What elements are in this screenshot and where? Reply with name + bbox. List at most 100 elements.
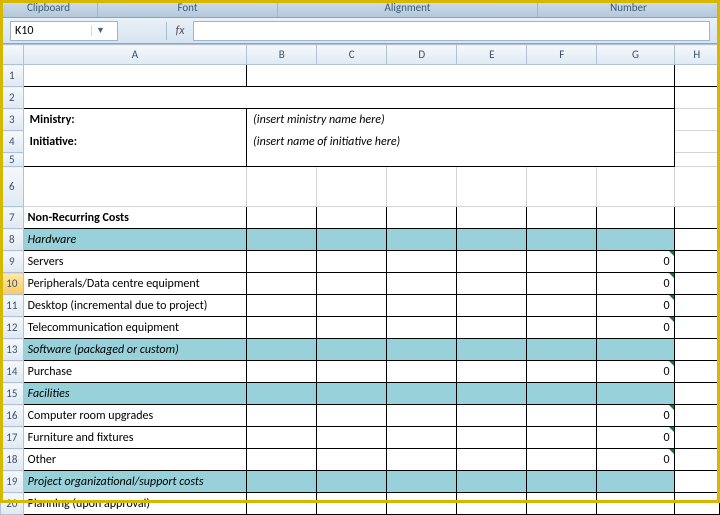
cell[interactable] — [317, 229, 387, 251]
row-header[interactable]: 15 — [1, 383, 24, 405]
cell[interactable] — [247, 427, 317, 449]
ministry-value[interactable]: (insert ministry name here) — [247, 109, 674, 131]
cell[interactable] — [247, 405, 317, 427]
cell[interactable] — [674, 131, 719, 153]
cell[interactable] — [527, 317, 597, 339]
year3-header[interactable]: Year 3 ($000s) — [387, 167, 457, 207]
year2-header[interactable]: Year 2 ($000s) — [317, 167, 387, 207]
total-header[interactable]: Total ($000s) — [597, 167, 674, 207]
column-header[interactable]: H — [674, 45, 719, 65]
cell-total[interactable]: 0 — [597, 273, 674, 295]
row-header[interactable]: 14 — [1, 361, 24, 383]
cell[interactable] — [674, 427, 719, 449]
column-header[interactable]: D — [387, 45, 457, 65]
initiative-label[interactable]: Initiative: — [23, 131, 247, 153]
cell[interactable] — [674, 87, 719, 109]
year5-header[interactable]: Year 5 ($000s) — [527, 167, 597, 207]
row-header[interactable]: 5 — [1, 153, 24, 167]
row-header[interactable]: 16 — [1, 405, 24, 427]
cell[interactable] — [247, 251, 317, 273]
fx-icon[interactable]: fx — [171, 24, 189, 38]
cell[interactable] — [674, 109, 719, 131]
cell[interactable] — [527, 361, 597, 383]
row-header[interactable]: 4 — [1, 131, 24, 153]
row-header[interactable]: 12 — [1, 317, 24, 339]
title-cell[interactable]: Cost Benefit Analysis Template Excel — [23, 87, 674, 109]
cell-label[interactable]: Non-Recurring Costs — [23, 207, 247, 229]
cell[interactable] — [457, 251, 527, 273]
year4-header[interactable]: Year 4 ($000s) — [457, 167, 527, 207]
cell[interactable] — [674, 383, 719, 405]
cell-label[interactable]: Other — [23, 449, 247, 471]
name-box-dropdown-icon[interactable]: ▼ — [91, 25, 109, 36]
cell-label[interactable]: Telecommunication equipment — [23, 317, 247, 339]
cell-total[interactable] — [597, 471, 674, 493]
cell[interactable] — [247, 229, 317, 251]
cell[interactable] — [247, 449, 317, 471]
row-header[interactable]: 11 — [1, 295, 24, 317]
cell-total[interactable]: 0 — [597, 317, 674, 339]
cell[interactable] — [457, 471, 527, 493]
row-header[interactable]: 1 — [1, 65, 24, 87]
cell[interactable] — [317, 339, 387, 361]
cell-total[interactable]: 0 — [597, 361, 674, 383]
cell[interactable] — [247, 361, 317, 383]
cell-total[interactable] — [597, 493, 674, 515]
cell[interactable] — [317, 471, 387, 493]
cell[interactable] — [387, 361, 457, 383]
cell[interactable] — [387, 383, 457, 405]
cell[interactable] — [527, 273, 597, 295]
cell-label[interactable]: Purchase — [23, 361, 247, 383]
cell[interactable] — [674, 361, 719, 383]
row-header[interactable]: 10 — [1, 273, 24, 295]
spreadsheet[interactable]: ABCDEFGH 1 2 Cost Benefit Analysis Templ… — [0, 44, 720, 515]
cell[interactable] — [457, 361, 527, 383]
cell[interactable] — [317, 493, 387, 515]
row-header[interactable]: 9 — [1, 251, 24, 273]
cell[interactable] — [317, 273, 387, 295]
column-header[interactable]: F — [527, 45, 597, 65]
cell[interactable] — [457, 427, 527, 449]
cell[interactable] — [23, 65, 247, 87]
cell[interactable] — [674, 273, 719, 295]
cell[interactable] — [457, 207, 527, 229]
cell-total[interactable] — [597, 207, 674, 229]
cell[interactable] — [674, 339, 719, 361]
row-header[interactable]: 18 — [1, 449, 24, 471]
cell[interactable] — [457, 317, 527, 339]
row-header[interactable]: 6 — [1, 167, 24, 207]
column-header[interactable]: E — [457, 45, 527, 65]
cell-label[interactable]: Peripherals/Data centre equipment — [23, 273, 247, 295]
formula-input[interactable] — [193, 21, 710, 41]
cell-total[interactable]: 0 — [597, 427, 674, 449]
cell[interactable] — [527, 251, 597, 273]
cell[interactable] — [387, 317, 457, 339]
cell[interactable] — [317, 295, 387, 317]
cell[interactable] — [674, 167, 719, 207]
cell[interactable] — [317, 427, 387, 449]
row-header[interactable]: 8 — [1, 229, 24, 251]
cell[interactable] — [317, 383, 387, 405]
row-header[interactable]: 20 — [1, 493, 24, 515]
cell[interactable] — [457, 405, 527, 427]
cell-total[interactable]: 0 — [597, 405, 674, 427]
row-header[interactable]: 19 — [1, 471, 24, 493]
cell-label[interactable]: Desktop (incremental due to project) — [23, 295, 247, 317]
cell[interactable] — [674, 471, 719, 493]
cell-label[interactable]: Planning (upon approval) — [23, 493, 247, 515]
cell[interactable] — [387, 273, 457, 295]
cell-total[interactable] — [597, 339, 674, 361]
cell[interactable] — [387, 493, 457, 515]
quant-costs-header[interactable]: QUANTITATIVE COSTS — [23, 167, 247, 207]
column-header[interactable]: A — [23, 45, 247, 65]
cell[interactable] — [387, 405, 457, 427]
name-box[interactable]: ▼ — [10, 21, 118, 41]
cell-total[interactable]: 0 — [597, 251, 674, 273]
cell-label[interactable]: Furniture and fixtures — [23, 427, 247, 449]
cell[interactable] — [247, 471, 317, 493]
row-header[interactable]: 17 — [1, 427, 24, 449]
cell[interactable] — [387, 449, 457, 471]
year1-header[interactable]: Year 1 ($000s) — [247, 167, 317, 207]
cell-total[interactable]: 0 — [597, 449, 674, 471]
cell[interactable] — [674, 493, 719, 515]
